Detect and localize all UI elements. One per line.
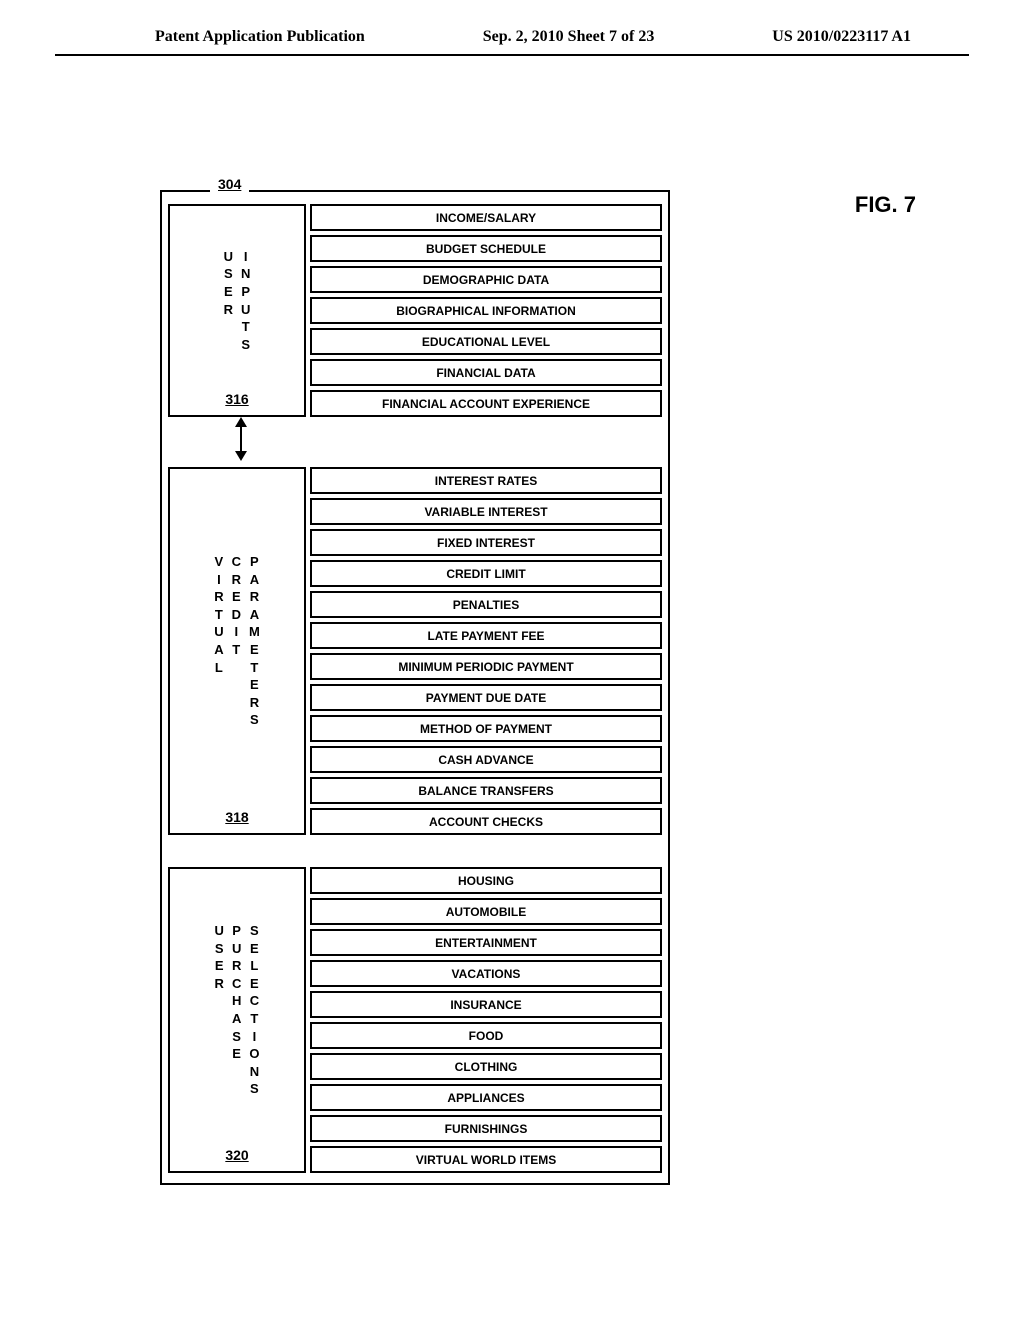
list-item: AUTOMOBILE xyxy=(310,898,662,925)
vertical-label-user-purchase-selections: USER PURCHASE SELECTIONS xyxy=(215,922,260,1097)
double-arrow-connector xyxy=(240,417,242,461)
list-item: BIOGRAPHICAL INFORMATION xyxy=(310,297,662,324)
items-col-316: INCOME/SALARY BUDGET SCHEDULE DEMOGRAPHI… xyxy=(310,204,662,417)
vword: PURCHASE xyxy=(232,922,241,1097)
vword: USER xyxy=(224,248,233,353)
label-box-318: VIRTUAL CREDIT PARAMETERS 318 xyxy=(168,467,306,835)
list-item: BALANCE TRANSFERS xyxy=(310,777,662,804)
vword: SELECTIONS xyxy=(249,922,259,1097)
list-item: FINANCIAL DATA xyxy=(310,359,662,386)
vword: USER xyxy=(215,922,224,1097)
list-item: INCOME/SALARY xyxy=(310,204,662,231)
vertical-label-virtual-credit-parameters: VIRTUAL CREDIT PARAMETERS xyxy=(214,553,260,728)
ref-318: 318 xyxy=(225,809,248,825)
vword: INPUTS xyxy=(241,248,250,353)
list-item: CASH ADVANCE xyxy=(310,746,662,773)
ref-316: 316 xyxy=(225,391,248,407)
list-item: APPLIANCES xyxy=(310,1084,662,1111)
list-item: FOOD xyxy=(310,1022,662,1049)
list-item: VACATIONS xyxy=(310,960,662,987)
list-item: PAYMENT DUE DATE xyxy=(310,684,662,711)
list-item: VIRTUAL WORLD ITEMS xyxy=(310,1146,662,1173)
ref-320: 320 xyxy=(225,1147,248,1163)
vword: CREDIT xyxy=(232,553,241,728)
list-item: FURNISHINGS xyxy=(310,1115,662,1142)
double-arrow-icon xyxy=(231,417,251,461)
list-item: EDUCATIONAL LEVEL xyxy=(310,328,662,355)
ref-304: 304 xyxy=(210,176,249,192)
list-item: ENTERTAINMENT xyxy=(310,929,662,956)
list-item: MINIMUM PERIODIC PAYMENT xyxy=(310,653,662,680)
list-item: ACCOUNT CHECKS xyxy=(310,808,662,835)
list-item: INTEREST RATES xyxy=(310,467,662,494)
list-item: FINANCIAL ACCOUNT EXPERIENCE xyxy=(310,390,662,417)
block-spacer xyxy=(168,835,662,861)
vword: VIRTUAL xyxy=(214,553,223,728)
list-item: BUDGET SCHEDULE xyxy=(310,235,662,262)
list-item: HOUSING xyxy=(310,867,662,894)
items-col-320: HOUSING AUTOMOBILE ENTERTAINMENT VACATIO… xyxy=(310,867,662,1173)
page-header: Patent Application Publication Sep. 2, 2… xyxy=(55,0,969,56)
header-right: US 2010/0223117 A1 xyxy=(772,28,911,46)
list-item: CLOTHING xyxy=(310,1053,662,1080)
list-item: PENALTIES xyxy=(310,591,662,618)
items-col-318: INTEREST RATES VARIABLE INTEREST FIXED I… xyxy=(310,467,662,835)
list-item: METHOD OF PAYMENT xyxy=(310,715,662,742)
block-virtual-credit-parameters: VIRTUAL CREDIT PARAMETERS 318 INTEREST R… xyxy=(168,467,662,835)
label-box-320: USER PURCHASE SELECTIONS 320 xyxy=(168,867,306,1173)
figure-label: FIG. 7 xyxy=(855,192,916,218)
label-box-316: USER INPUTS 316 xyxy=(168,204,306,417)
list-item: CREDIT LIMIT xyxy=(310,560,662,587)
vword: PARAMETERS xyxy=(249,553,260,728)
header-center: Sep. 2, 2010 Sheet 7 of 23 xyxy=(483,28,655,46)
diagram-container: 304 USER INPUTS 316 INCOME/SALARY BUDGET… xyxy=(160,190,670,1185)
header-left: Patent Application Publication xyxy=(155,28,365,46)
list-item: VARIABLE INTEREST xyxy=(310,498,662,525)
list-item: DEMOGRAPHIC DATA xyxy=(310,266,662,293)
list-item: INSURANCE xyxy=(310,991,662,1018)
vertical-label-user-inputs: USER INPUTS xyxy=(224,248,251,353)
list-item: FIXED INTEREST xyxy=(310,529,662,556)
block-user-inputs: USER INPUTS 316 INCOME/SALARY BUDGET SCH… xyxy=(168,204,662,417)
list-item: LATE PAYMENT FEE xyxy=(310,622,662,649)
block-user-purchase-selections: USER PURCHASE SELECTIONS 320 HOUSING AUT… xyxy=(168,867,662,1173)
